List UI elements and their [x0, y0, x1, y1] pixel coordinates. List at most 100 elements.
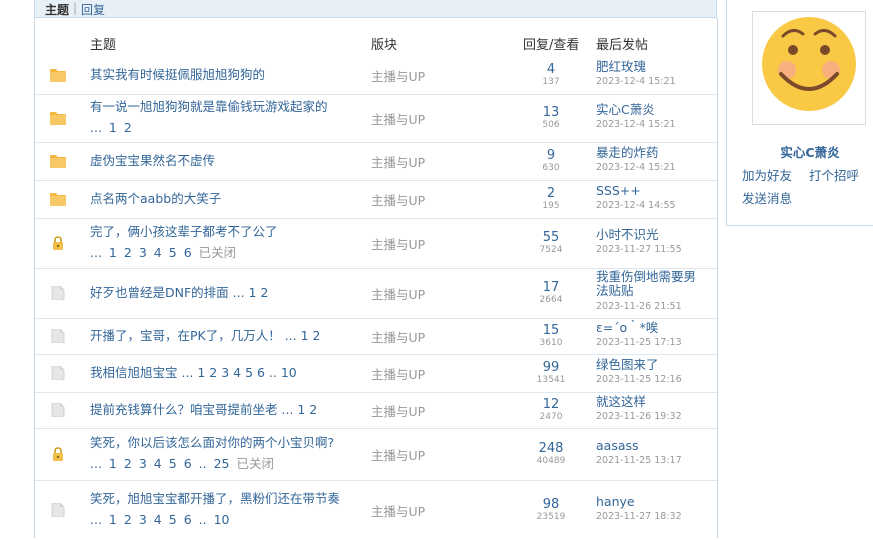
reply-count[interactable]: 17	[515, 280, 587, 295]
thread-stats: 2 195	[515, 186, 587, 212]
view-count: 2664	[539, 295, 563, 305]
page-link[interactable]: 1	[109, 512, 117, 527]
page-link[interactable]: 5	[169, 512, 177, 527]
page-link[interactable]: 1	[109, 245, 117, 260]
column-header-last-post: 最后发帖	[596, 38, 649, 53]
thread-pagination: ... 1 2	[90, 119, 139, 137]
add-friend-link[interactable]: 加为好友	[742, 165, 792, 184]
page-link[interactable]: 3	[139, 456, 147, 471]
last-post-time: 2021-11-25 13:17	[596, 455, 682, 466]
page-link[interactable]: 4	[154, 512, 162, 527]
last-poster-link[interactable]: 实心C萧炎	[596, 103, 706, 117]
reply-count[interactable]: 248	[515, 441, 587, 456]
forum-link[interactable]: 主播与UP	[371, 234, 425, 253]
thread-title-link[interactable]: 好歹也曾经是DNF的排面 ... 1 2	[90, 284, 360, 302]
thread-row: 虚伪宝宝果然名不虚传 主播与UP 9 630 暴走的炸药 2023-12-4 15:21	[35, 142, 717, 181]
page-link[interactable]: 5	[169, 245, 177, 260]
reply-count[interactable]: 2	[515, 186, 587, 201]
lock-icon	[50, 447, 66, 461]
thread-list: 主题 版块 回复/查看 最后发帖 其实我有时候挺佩服旭旭狗狗的 主播与UP 4 137…	[34, 18, 718, 538]
last-poster-link[interactable]: 小时不识光	[596, 228, 706, 242]
thread-stats: 15 3610	[515, 323, 587, 349]
last-poster-link[interactable]: 肥红玫瑰	[596, 60, 706, 74]
page-link[interactable]: 2	[124, 456, 132, 471]
thread-title-link[interactable]: 提前充钱算什么？咱宝哥提前坐老 ... 1 2	[90, 401, 360, 419]
reply-count[interactable]: 15	[515, 323, 587, 338]
page-link[interactable]: 3	[139, 245, 147, 260]
smiley-avatar[interactable]	[752, 11, 866, 125]
forum-link[interactable]: 主播与UP	[371, 190, 425, 209]
page-link[interactable]: 2	[124, 512, 132, 527]
forum-link[interactable]: 主播与UP	[371, 364, 425, 383]
thread-row: 好歹也曾经是DNF的排面 ... 1 2 主播与UP 17 2664 我重伤倒地需要男法…	[35, 268, 717, 319]
last-poster-link[interactable]: 暴走的炸药	[596, 146, 706, 160]
thread-row: 提前充钱算什么？咱宝哥提前坐老 ... 1 2 主播与UP 12 2470 就这这样 20…	[35, 392, 717, 429]
last-poster-link[interactable]: SSS++	[596, 184, 706, 198]
forum-link[interactable]: 主播与UP	[371, 327, 425, 346]
greet-link[interactable]: 打个招呼	[809, 165, 859, 184]
pagination-ellipsis: ..	[198, 512, 207, 527]
thread-title-link[interactable]: 我相信旭旭宝宝 ... 1 2 3 4 5 6 .. 10	[90, 364, 360, 382]
page-link[interactable]: 3	[139, 512, 147, 527]
folder-icon	[50, 68, 66, 82]
forum-link[interactable]: 主播与UP	[371, 66, 425, 85]
tab-separator: |	[73, 1, 78, 15]
thread-title-link[interactable]: 有一说一旭旭狗狗就是靠偷钱玩游戏起家的	[90, 98, 360, 116]
thread-row: 笑死，旭旭宝宝都开播了，黑粉们还在带节奏... 1 2 3 4 5 6.. 10 主播与UP 98…	[35, 480, 717, 540]
send-message-link[interactable]: 发送消息	[742, 188, 792, 207]
thread-stats: 12 2470	[515, 397, 587, 423]
page-link[interactable]: 2	[124, 245, 132, 260]
page-link[interactable]: 6	[184, 245, 192, 260]
page-link[interactable]: 1	[109, 456, 117, 471]
page-link[interactable]: 5	[169, 456, 177, 471]
reply-count[interactable]: 12	[515, 397, 587, 412]
thread-title-link[interactable]: 点名两个aabb的大笑子	[90, 190, 360, 208]
thread-stats: 98 23519	[515, 497, 587, 523]
forum-link[interactable]: 主播与UP	[371, 501, 425, 520]
reply-count[interactable]: 9	[515, 148, 587, 163]
thread-title-link[interactable]: 完了，俩小孩这辈子都考不了公了	[90, 223, 360, 241]
last-post-time: 2023-11-26 21:51	[596, 301, 682, 312]
page-link[interactable]: 25	[214, 456, 230, 471]
doc-icon	[50, 402, 66, 418]
page-link[interactable]: 6	[184, 456, 192, 471]
last-poster-link[interactable]: hanye	[596, 495, 706, 509]
reply-count[interactable]: 99	[515, 360, 587, 375]
view-count: 3610	[539, 338, 563, 348]
page-link[interactable]: 6	[184, 512, 192, 527]
tab-bar: 主题 | 回复	[34, 0, 717, 18]
thread-title-link[interactable]: 笑死，旭旭宝宝都开播了，黑粉们还在带节奏	[90, 490, 360, 508]
page-link[interactable]: 1	[109, 120, 117, 135]
page-link[interactable]: 2	[124, 120, 132, 135]
forum-link[interactable]: 主播与UP	[371, 401, 425, 420]
thread-stats: 99 13541	[515, 360, 587, 386]
page-link[interactable]: 10	[214, 512, 230, 527]
lock-icon	[50, 236, 66, 250]
thread-stats: 248 40489	[515, 441, 587, 467]
page-link[interactable]: 4	[154, 245, 162, 260]
page-link[interactable]: 4	[154, 456, 162, 471]
last-poster-link[interactable]: 就这这样	[596, 395, 706, 409]
closed-badge: 已关闭	[236, 456, 275, 471]
last-poster-link[interactable]: 我重伤倒地需要男法贴贴	[596, 270, 706, 298]
last-poster-link[interactable]: ε=´o｀*唉	[596, 321, 706, 335]
last-poster-link[interactable]: 绿色图来了	[596, 358, 706, 372]
tab-replies[interactable]: 回复	[81, 1, 105, 18]
reply-count[interactable]: 13	[515, 105, 587, 120]
thread-row: 完了，俩小孩这辈子都考不了公了... 1 2 3 4 5 6 已关闭 主播与UP 55 7524 小时…	[35, 218, 717, 269]
reply-count[interactable]: 4	[515, 62, 587, 77]
thread-title-link[interactable]: 笑死，你以后该怎么面对你的两个小宝贝啊?	[90, 434, 360, 452]
forum-link[interactable]: 主播与UP	[371, 445, 425, 464]
thread-title-link[interactable]: 开播了，宝哥，在PK了，几万人！ ... 1 2	[90, 327, 360, 345]
forum-link[interactable]: 主播与UP	[371, 284, 425, 303]
forum-link[interactable]: 主播与UP	[371, 152, 425, 171]
reply-count[interactable]: 55	[515, 230, 587, 245]
thread-title-link[interactable]: 虚伪宝宝果然名不虚传	[90, 152, 360, 170]
profile-username[interactable]: 实心C萧炎	[727, 142, 873, 161]
last-poster-link[interactable]: aasass	[596, 439, 706, 453]
reply-count[interactable]: 98	[515, 497, 587, 512]
forum-link[interactable]: 主播与UP	[371, 109, 425, 128]
last-post-time: 2023-11-27 11:55	[596, 244, 682, 255]
tab-topics[interactable]: 主题	[45, 1, 69, 18]
thread-title-link[interactable]: 其实我有时候挺佩服旭旭狗狗的	[90, 66, 360, 84]
